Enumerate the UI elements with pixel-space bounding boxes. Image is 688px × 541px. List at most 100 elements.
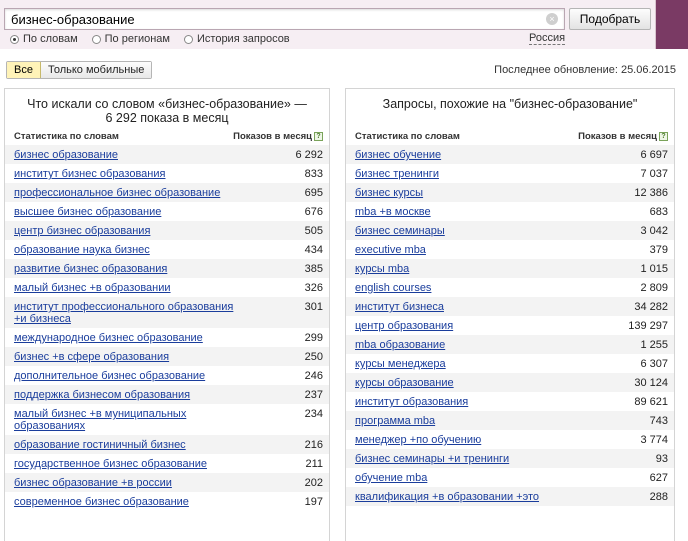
impressions-count: 93 bbox=[655, 453, 668, 465]
query-link[interactable]: профессиональное бизнес образование bbox=[14, 187, 220, 199]
table-row: институт образования 89 621 bbox=[346, 392, 674, 411]
left-rows: бизнес образование 6 292 институт бизнес о… bbox=[5, 145, 329, 511]
query-link[interactable]: mba +в москве bbox=[355, 206, 431, 218]
radio-icon[interactable] bbox=[184, 34, 193, 44]
query-link[interactable]: бизнес образование +в россии bbox=[14, 477, 172, 489]
table-row: курсы менеджера 6 307 bbox=[346, 354, 674, 373]
query-link[interactable]: высшее бизнес образование bbox=[14, 206, 161, 218]
left-panel-title: Что искали со словом «бизнес-образование… bbox=[27, 97, 307, 125]
search-mode-label: История запросов bbox=[197, 33, 290, 45]
query-link[interactable]: институт бизнеса bbox=[355, 301, 444, 313]
table-row: государственное бизнес образование 211 bbox=[5, 454, 329, 473]
search-panel: × Подобрать По словам По регионам История … bbox=[0, 0, 656, 49]
query-link[interactable]: государственное бизнес образование bbox=[14, 458, 207, 470]
query-link[interactable]: развитие бизнес образования bbox=[14, 263, 167, 275]
left-col-count-wrap: Показов в месяц ? bbox=[233, 131, 323, 142]
search-mode-radio[interactable]: По словам bbox=[10, 32, 78, 46]
query-link[interactable]: курсы mba bbox=[355, 263, 409, 275]
query-link[interactable]: институт образования bbox=[355, 396, 468, 408]
right-rows: бизнес обучение 6 697 бизнес тренинги 7 037… bbox=[346, 145, 674, 506]
table-row: бизнес семинары +и тренинги 93 bbox=[346, 449, 674, 468]
table-row: профессиональное бизнес образование 695 bbox=[5, 183, 329, 202]
table-row: менеджер +по обучению 3 774 bbox=[346, 430, 674, 449]
query-link[interactable]: малый бизнес +в муниципальных образовани… bbox=[14, 408, 244, 432]
impressions-count: 250 bbox=[304, 351, 323, 363]
query-link[interactable]: современное бизнес образование bbox=[14, 496, 189, 508]
impressions-count: 385 bbox=[304, 263, 323, 275]
table-row: малый бизнес +в муниципальных образовани… bbox=[5, 404, 329, 435]
query-link[interactable]: образование наука бизнес bbox=[14, 244, 150, 256]
table-row: международное бизнес образование 299 bbox=[5, 328, 329, 347]
query-link[interactable]: дополнительное бизнес образование bbox=[14, 370, 205, 382]
query-link[interactable]: бизнес обучение bbox=[355, 149, 441, 161]
query-link[interactable]: центр образования bbox=[355, 320, 453, 332]
table-row: дополнительное бизнес образование 246 bbox=[5, 366, 329, 385]
query-link[interactable]: курсы менеджера bbox=[355, 358, 446, 370]
header-band: × Подобрать По словам По регионам История … bbox=[0, 0, 688, 49]
query-link[interactable]: бизнес семинары bbox=[355, 225, 445, 237]
search-mode-radio[interactable]: По регионам bbox=[91, 32, 170, 46]
table-row: бизнес образование +в россии 202 bbox=[5, 473, 329, 492]
search-input[interactable] bbox=[5, 9, 535, 29]
table-row: бизнес курсы 12 386 bbox=[346, 183, 674, 202]
query-link[interactable]: институт профессионального образования +… bbox=[14, 301, 244, 325]
table-row: образование гостиничный бизнес 216 bbox=[5, 435, 329, 454]
table-row: современное бизнес образование 197 bbox=[5, 492, 329, 511]
left-col-count: Показов в месяц bbox=[233, 130, 312, 142]
device-filter: Все Только мобильные bbox=[6, 61, 153, 79]
search-mode-group: По словам По регионам История запросов bbox=[10, 32, 290, 46]
table-row: бизнес образование 6 292 bbox=[5, 145, 329, 164]
filter-all-button[interactable]: Все bbox=[7, 62, 41, 78]
query-link[interactable]: образование гостиничный бизнес bbox=[14, 439, 186, 451]
query-link[interactable]: менеджер +по обучению bbox=[355, 434, 481, 446]
table-row: курсы mba 1 015 bbox=[346, 259, 674, 278]
impressions-count: 6 292 bbox=[295, 149, 323, 161]
query-link[interactable]: бизнес семинары +и тренинги bbox=[355, 453, 509, 465]
search-box[interactable]: × bbox=[4, 8, 565, 30]
impressions-count: 3 042 bbox=[640, 225, 668, 237]
table-row: квалификация +в образовании +это 288 bbox=[346, 487, 674, 506]
query-link[interactable]: поддержка бизнесом образования bbox=[14, 389, 190, 401]
query-link[interactable]: малый бизнес +в образовании bbox=[14, 282, 171, 294]
right-panel-title: Запросы, похожие на "бизнес-образование" bbox=[382, 97, 638, 111]
impressions-count: 34 282 bbox=[634, 301, 668, 313]
table-row: executive mba 379 bbox=[346, 240, 674, 259]
query-link[interactable]: бизнес образование bbox=[14, 149, 118, 161]
query-link[interactable]: институт бизнес образования bbox=[14, 168, 165, 180]
table-row: курсы образование 30 124 bbox=[346, 373, 674, 392]
query-link[interactable]: программа mba bbox=[355, 415, 435, 427]
left-stats-panel: Что искали со словом «бизнес-образование… bbox=[4, 88, 330, 541]
query-link[interactable]: бизнес курсы bbox=[355, 187, 423, 199]
query-link[interactable]: бизнес тренинги bbox=[355, 168, 439, 180]
clear-icon[interactable]: × bbox=[546, 13, 558, 25]
query-link[interactable]: курсы образование bbox=[355, 377, 454, 389]
query-link[interactable]: бизнес +в сфере образования bbox=[14, 351, 169, 363]
radio-icon[interactable] bbox=[91, 34, 101, 44]
impressions-count: 6 697 bbox=[640, 149, 668, 161]
impressions-count: 288 bbox=[649, 491, 668, 503]
filter-mobile-button[interactable]: Только мобильные bbox=[40, 62, 152, 78]
help-icon[interactable]: ? bbox=[659, 131, 668, 141]
help-icon[interactable]: ? bbox=[314, 131, 323, 141]
radio-icon[interactable] bbox=[10, 34, 19, 44]
query-link[interactable]: english courses bbox=[355, 282, 431, 294]
impressions-count: 89 621 bbox=[634, 396, 668, 408]
query-link[interactable]: квалификация +в образовании +это bbox=[355, 491, 539, 503]
query-link[interactable]: executive mba bbox=[355, 244, 426, 256]
query-link[interactable]: обучение mba bbox=[355, 472, 427, 484]
query-link[interactable]: международное бизнес образование bbox=[14, 332, 203, 344]
impressions-count: 246 bbox=[304, 370, 323, 382]
impressions-count: 202 bbox=[304, 477, 323, 489]
table-row: mba +в москве 683 bbox=[346, 202, 674, 221]
table-row: бизнес обучение 6 697 bbox=[346, 145, 674, 164]
impressions-count: 30 124 bbox=[634, 377, 668, 389]
search-mode-radio[interactable]: История запросов bbox=[184, 32, 290, 46]
table-row: mba образование 1 255 bbox=[346, 335, 674, 354]
find-button[interactable]: Подобрать bbox=[569, 8, 651, 30]
search-mode-label: По словам bbox=[23, 33, 78, 45]
query-link[interactable]: mba образование bbox=[355, 339, 445, 351]
table-row: образование наука бизнес 434 bbox=[5, 240, 329, 259]
query-link[interactable]: центр бизнес образования bbox=[14, 225, 150, 237]
table-row: бизнес семинары 3 042 bbox=[346, 221, 674, 240]
region-selector[interactable]: Россия bbox=[529, 32, 566, 45]
